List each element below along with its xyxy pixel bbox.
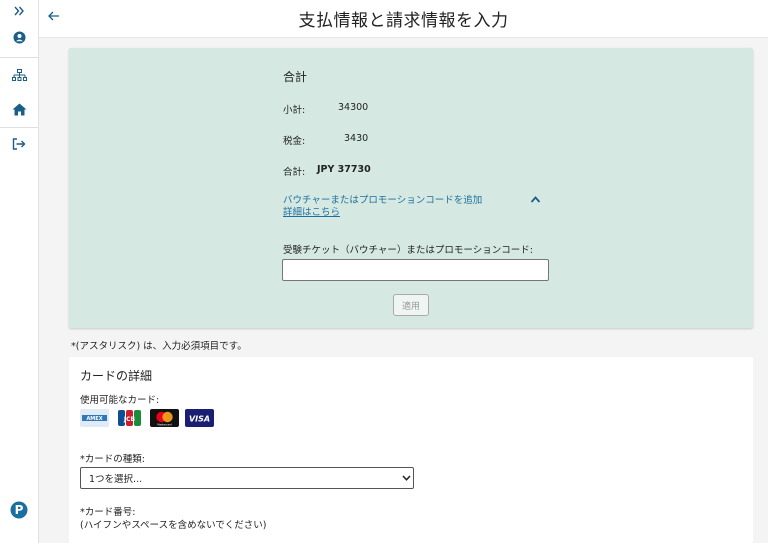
svg-text:JCB: JCB: [123, 416, 136, 423]
add-voucher-link[interactable]: バウチャーまたはプロモーションコードを追加: [283, 195, 482, 207]
required-note: *(アスタリスク) は、入力必須項目です。: [71, 341, 247, 352]
total-value: JPY 37730: [317, 164, 371, 175]
sidebar: P: [0, 0, 39, 543]
svg-text:VISA: VISA: [189, 415, 210, 424]
tax-label: 税金:: [283, 136, 306, 147]
apply-button[interactable]: 適用: [393, 294, 429, 316]
card-type-select[interactable]: 1つを選択...: [80, 467, 414, 489]
available-cards-label: 使用可能なカード:: [80, 395, 160, 406]
details-link[interactable]: 詳細はこちら: [283, 207, 340, 219]
svg-text:P: P: [15, 503, 24, 517]
card-type-label: *カードの種類:: [80, 454, 145, 465]
jcb-logo-icon: JCB: [115, 409, 144, 427]
mastercard-logo-icon: Mastercard: [150, 409, 179, 427]
promo-code-input[interactable]: [282, 259, 549, 281]
chevron-down-icon: [399, 475, 413, 481]
total-label: 合計:: [283, 167, 306, 178]
card-type-selected-value: 1つを選択...: [89, 474, 143, 485]
double-chevron-right-icon[interactable]: [0, 3, 38, 19]
sidebar-divider: [0, 127, 38, 128]
home-icon[interactable]: [0, 101, 38, 117]
page-title: 支払情報と請求情報を入力: [298, 11, 509, 31]
pearson-logo-icon[interactable]: P: [0, 500, 38, 520]
card-number-label-text: *カード番号:: [80, 507, 136, 518]
chevron-up-icon[interactable]: [530, 195, 541, 204]
order-summary-panel: 合計 小計: 34300 税金: 3430 合計: JPY 37730 バウチャ…: [69, 48, 753, 328]
visa-logo-icon: VISA: [185, 409, 214, 427]
svg-text:Mastercard: Mastercard: [157, 423, 172, 427]
sitemap-icon[interactable]: [0, 67, 38, 83]
sidebar-divider: [0, 57, 38, 58]
svg-text:AMEX: AMEX: [86, 416, 102, 422]
promo-code-label: 受験チケット（バウチャー）またはプロモーションコード:: [283, 245, 533, 256]
amex-logo-icon: AMEX: [80, 409, 109, 427]
user-circle-icon[interactable]: [0, 29, 38, 45]
summary-title: 合計: [283, 70, 308, 84]
card-number-label: *カード番号: (ハイフンやスペースを含めないでください): [80, 506, 267, 532]
page-header: 支払情報と請求情報を入力: [39, 0, 768, 38]
subtotal-value: 34300: [338, 102, 369, 113]
sign-out-icon[interactable]: [0, 136, 38, 152]
card-details-title: カードの詳細: [80, 369, 153, 383]
card-number-hint: (ハイフンやスペースを含めないでください): [80, 520, 267, 531]
card-brand-list: AMEX JCB Mastercard VISA: [80, 409, 214, 427]
tax-value: 3430: [344, 133, 369, 144]
subtotal-label: 小計:: [283, 105, 306, 116]
card-details-panel: カードの詳細 使用可能なカード: AMEX JCB Mastercard VIS…: [69, 357, 753, 543]
